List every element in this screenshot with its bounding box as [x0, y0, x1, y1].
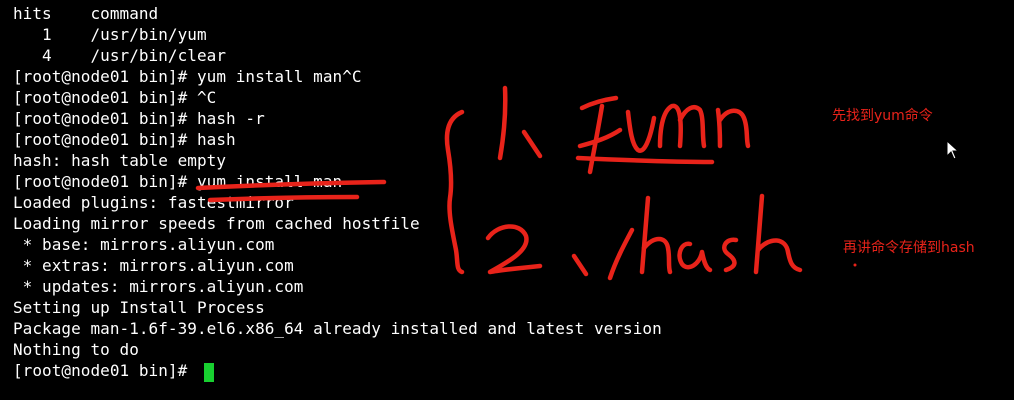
underline-stroke — [207, 194, 360, 203]
letter-a-stroke — [677, 241, 713, 273]
annotation-note-store-hash: 再讲命令存储到hash — [843, 240, 975, 256]
mouse-pointer-icon — [946, 140, 960, 160]
letter-u-stroke — [625, 109, 657, 153]
underline-stroke — [575, 155, 715, 165]
letter-m-stroke — [657, 103, 683, 149]
letter-y-stroke — [577, 127, 623, 149]
handwriting-strokes — [195, 85, 857, 281]
letter-m-stroke — [677, 105, 707, 149]
letter-h-stroke — [641, 236, 673, 275]
slash-stroke — [607, 227, 635, 281]
letter-h-stroke — [639, 195, 651, 275]
dot-stroke — [521, 129, 543, 159]
annotation-note-find-yum: 先找到yum命令 — [832, 108, 933, 124]
brace-stroke — [444, 109, 465, 275]
letter-h-stroke — [755, 238, 803, 273]
ink-dot — [853, 263, 857, 267]
comma-stroke — [571, 253, 589, 277]
letter-y-stroke — [579, 95, 619, 111]
digit-one-stroke — [497, 85, 508, 161]
annotation-layer: 先找到yum命令 再讲命令存储到hash — [0, 0, 1014, 400]
letter-n-stroke — [717, 108, 751, 149]
letter-h-stroke — [753, 193, 765, 275]
letter-n-stroke — [715, 107, 723, 149]
digit-two-stroke — [485, 224, 543, 275]
letter-s-stroke — [722, 237, 739, 273]
underline-stroke — [195, 179, 387, 191]
